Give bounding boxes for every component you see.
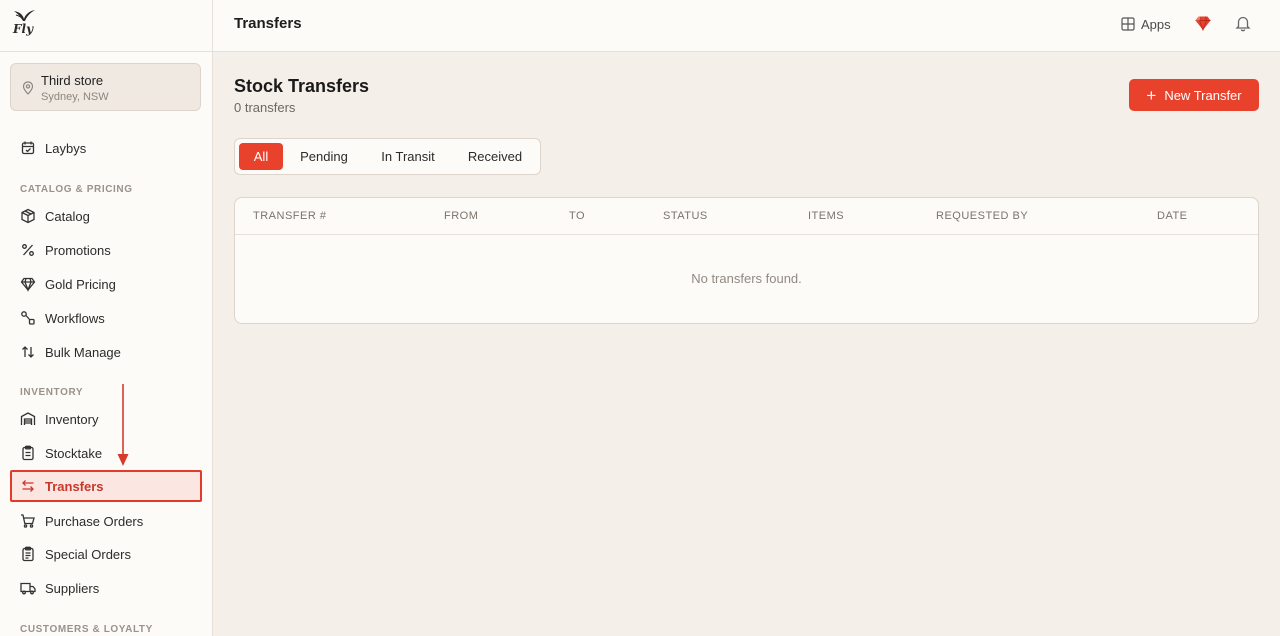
sidebar-item-label: Suppliers [45,580,100,596]
sidebar-item-gold-pricing[interactable]: Gold Pricing [10,268,202,300]
table-header: TRANSFER # FROM TO STATUS ITEMS REQUESTE… [235,198,1258,235]
apps-label: Apps [1141,16,1171,32]
sidebar-item-label: Bulk Manage [45,344,121,360]
clipboard-list-icon [22,546,34,562]
sidebar-item-catalog[interactable]: Catalog [10,200,202,232]
diamond-icon [20,277,36,292]
tab-pending[interactable]: Pending [287,143,361,170]
transfer-count: 0 transfers [234,100,296,115]
tab-all[interactable]: All [239,143,283,170]
empty-state-message: No transfers found. [691,271,802,286]
column-header[interactable]: TO [569,210,585,222]
package-icon [21,208,35,224]
sidebar-item-label: Inventory [45,411,99,427]
store-selector[interactable]: Third store Sydney, NSW [10,63,201,111]
new-transfer-button[interactable]: + New Transfer [1129,79,1259,111]
store-name: Third store [41,73,104,88]
warehouse-icon [20,412,36,425]
column-header[interactable]: FROM [444,210,478,222]
sidebar-item-transfers[interactable]: Transfers [10,470,202,502]
sidebar-item-inventory[interactable]: Inventory [10,403,202,435]
status-filter-tabs: All Pending In Transit Received [234,138,541,175]
sidebar-item-label: Gold Pricing [45,276,116,292]
section-label-inventory: INVENTORY [20,387,84,398]
bell-icon[interactable] [1234,14,1252,32]
ruby-gem-icon[interactable] [1194,14,1212,32]
tab-in-transit[interactable]: In Transit [365,143,451,170]
sidebar-item-label: Workflows [45,310,105,326]
clipboard-icon [22,445,34,461]
sidebar-item-label: Catalog [45,208,90,224]
section-label-catalog-pricing: CATALOG & PRICING [20,184,133,195]
sidebar: Fly Third store Sydney, NSW Laybys CATAL… [0,0,213,636]
sidebar-item-label: Stocktake [45,445,103,461]
transfer-arrows-icon [22,480,34,492]
new-transfer-label: New Transfer [1164,87,1242,103]
top-bar: Transfers Apps [213,0,1280,52]
sidebar-item-label: Promotions [45,242,111,258]
sidebar-item-label: Transfers [45,478,104,494]
sidebar-item-label: Purchase Orders [45,513,144,529]
column-header[interactable]: STATUS [663,210,708,222]
sidebar-item-laybys[interactable]: Laybys [10,132,202,164]
annotation-arrow-icon [117,384,129,466]
column-header[interactable]: REQUESTED BY [936,210,1028,222]
apps-button[interactable]: Apps [1121,14,1171,34]
column-header[interactable]: ITEMS [808,210,844,222]
page-title: Transfers [234,15,302,32]
plus-icon: + [1146,85,1157,105]
sidebar-item-promotions[interactable]: Promotions [10,234,202,266]
column-header[interactable]: DATE [1157,210,1188,222]
sidebar-item-label: Laybys [45,140,87,156]
sidebar-item-label: Special Orders [45,546,131,562]
sidebar-item-purchase-orders[interactable]: Purchase Orders [10,505,202,537]
sidebar-item-special-orders[interactable]: Special Orders [10,538,202,570]
arrows-up-down-icon [22,346,34,358]
workflow-icon [21,311,35,325]
tab-received[interactable]: Received [455,143,535,170]
sidebar-item-stocktake[interactable]: Stocktake [10,437,202,469]
section-title: Stock Transfers [234,76,370,96]
column-header[interactable]: TRANSFER # [253,210,326,222]
section-label-customers-loyalty: CUSTOMERS & LOYALTY [20,624,153,635]
store-location: Sydney, NSW [41,91,109,103]
sidebar-item-workflows[interactable]: Workflows [10,302,202,334]
bird-logo-icon [14,10,35,21]
percent-icon [22,244,34,256]
transfers-table: TRANSFER # FROM TO STATUS ITEMS REQUESTE… [234,197,1259,324]
sidebar-item-bulk-manage[interactable]: Bulk Manage [10,336,202,368]
sidebar-item-suppliers[interactable]: Suppliers [10,572,202,604]
map-pin-icon [22,81,34,95]
logo-area: Fly [0,0,212,52]
logo-text: Fly [13,22,34,36]
grid-icon [1121,17,1135,31]
calendar-check-icon [21,141,35,155]
truck-icon [20,582,36,595]
cart-icon [21,514,35,528]
